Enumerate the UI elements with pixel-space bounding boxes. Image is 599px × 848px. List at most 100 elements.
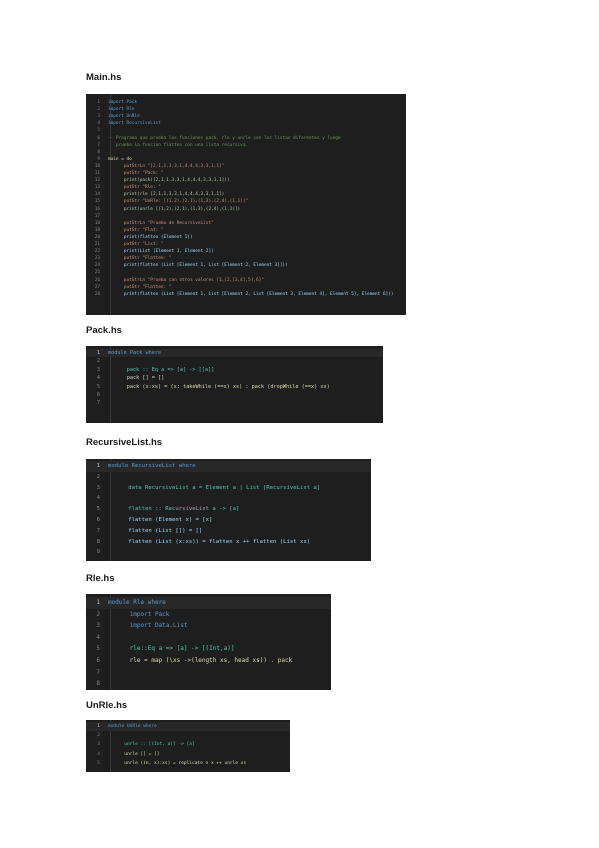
code-line: 4 unrle [] = [] [86,750,290,759]
file-label-recursivelist: RecursiveList.hs [86,437,163,448]
code-line: 8 [86,149,406,156]
code-line: 7 [86,399,383,407]
file-label-rle: Rle.hs [86,573,115,584]
code-text: putStr "Flatten: " [108,256,172,262]
file-label-pack: Pack.hs [86,325,122,336]
code-text: module Pack where [108,350,162,356]
code-line: 8 [86,678,331,690]
code-line: 1 module Rle where [86,597,331,609]
code-text: putStr "Pack: " [108,171,164,176]
line-number: 1 [97,100,100,105]
line-number: 14 [94,192,100,198]
line-number: 6 [96,517,100,523]
code-text: print(rle [2,1,1,3,3,1,4,4,4,3,3,1,1]) [108,192,225,198]
code-line: 25 [86,269,406,276]
code-line: 16 print(unrle [(1,2),(2,1),(1,3),(2,4),… [86,206,406,213]
code-text: putStrLn "[2,1,1,3,3,1,4,4,4,3,3,1,1]" [108,163,225,169]
code-text: import RecursiveList [108,121,161,127]
code-text: import Rle [108,107,135,113]
code-text: print(unrle [(1,2),(2,1),(1,3),(2,4),(1,… [108,206,241,212]
code-line: 19 putStr "Flat: " [86,227,406,234]
code-line: 1 import Pack [86,99,406,106]
code-text: unrle [] = [] [108,751,160,757]
code-line: 3 import Data.List [86,620,331,632]
line-number: 20 [94,234,100,240]
code-text: flatten (Element x) = [x] [108,517,213,523]
code-line: 20 print(flatten (Element 1)) [86,234,406,241]
code-text: putStrLn "Prueba con otros valores [1,[2… [108,277,264,283]
code-line: 1 module UnRle where [86,722,290,732]
code-text: print(List [Element 1, Element 2]) [108,249,214,255]
code-line: 4 [86,632,331,644]
code-line: 4 import RecursiveList [86,120,406,127]
line-number: 23 [94,256,100,262]
code-line: 9 [86,547,371,558]
line-number: 2 [96,358,100,365]
line-number: 28 [94,291,100,297]
code-line: 5 [86,127,406,134]
code-text: putStr "List: " [108,242,164,247]
code-line: 24 print(flatten (List [Element 1, List … [86,262,406,269]
line-number: 17 [94,213,100,219]
code-line: 21 putStr "List: " [86,241,406,248]
code-line: 3 import UnRle [86,113,406,120]
code-text: print(flatten (List [Element 1, List [El… [108,263,288,269]
code-line: 12 print(pack([2,1,1,3,3,1,4,4,4,3,3,1,1… [86,177,406,184]
code-line: 2 import Pack [86,609,331,621]
line-number: 4 [96,633,100,641]
line-number: 2 [97,733,100,739]
code-text: main = do [108,156,132,162]
code-line: 27 putStr "Flatten: " [86,284,406,291]
line-number: 2 [97,107,100,113]
code-text: prueba la funcion flatten con una lista … [108,142,249,148]
code-line: 5 rle::Eq a => [a] -> [(Int,a)] [86,643,331,655]
line-number: 15 [94,199,100,205]
code-text: module RecursiveList where [108,463,196,469]
line-number: 1 [96,599,100,606]
code-line: 23 putStr "Flatten: " [86,255,406,262]
line-number: 11 [94,171,100,176]
line-number: 5 [97,760,100,766]
code-line: 22 print(List [Element 1, Element 2]) [86,248,406,255]
code-text: -- Programa que prueba los funciones pac… [108,135,341,141]
code-line: 6 -- Programa que prueba los funciones pa… [86,135,406,142]
code-text: pack (x:xs) = (x: takeWhile (==x) xs) : … [108,383,330,390]
code-text: flatten :: RecursiveList a -> [a] [108,506,240,513]
line-number: 6 [96,657,100,664]
line-number: 7 [96,400,100,407]
code-line: 28 print(flatten (List [Element 1, List … [86,291,406,298]
line-number: 7 [96,668,100,676]
code-line: 7 flatten (List []) = [] [86,526,371,537]
line-number: 5 [96,645,100,653]
code-text: print(flatten (List [Element 1, List [El… [108,291,394,297]
code-line: 3 pack :: Eq a => [a] -> [[a]] [86,366,383,374]
line-number: 9 [96,549,100,556]
code-line: 7 prueba la funcion flatten con una list… [86,142,406,149]
code-block-rle: 1 module Rle where 2 import Pack 3 import D… [86,594,331,690]
line-number: 6 [96,392,100,398]
line-number: 3 [97,114,100,120]
code-line: 5 flatten :: RecursiveList a -> [a] [86,504,371,515]
line-number: 7 [96,527,100,534]
file-label-main: Main.hs [86,72,122,83]
line-number: 21 [94,242,100,247]
code-block-main: 1 import Pack 2 import Rle 3 import UnRle 4 imp… [86,94,406,315]
code-line: 2 import Rle [86,106,406,113]
code-block-pack: 1 module Pack where 2 3 pack :: Eq a => [a]… [86,346,383,423]
line-number: 16 [94,206,100,212]
line-number: 9 [97,156,100,162]
line-number: 2 [96,473,100,480]
line-number: 18 [94,220,100,226]
code-line: 1 module RecursiveList where [86,461,371,472]
code-text: flatten (List (x:xs)) = flatten x ++ fla… [108,538,311,545]
code-line: 3 data RecursiveList a = Element a | Lis… [86,483,371,494]
line-number: 3 [96,366,100,373]
code-line: 4 [86,493,371,504]
code-line: 2 [86,472,371,483]
line-number: 4 [96,375,100,382]
code-block-unrle: 1 module UnRle where 2 3 unrle :: [(Int, a)… [86,720,290,772]
code-text: pack :: Eq a => [a] -> [[a]] [108,366,215,373]
code-text: import Data.List [108,622,188,630]
line-number: 12 [94,178,100,184]
code-line: 11 putStr "Pack: " [86,170,406,177]
